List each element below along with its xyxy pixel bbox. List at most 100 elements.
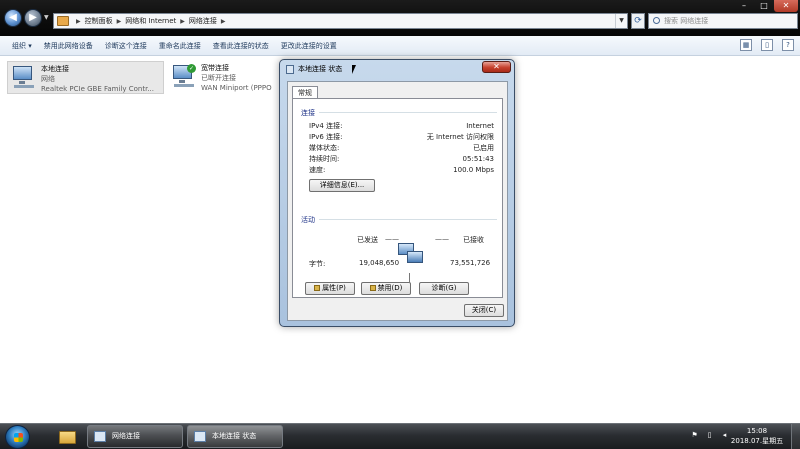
- clock-date: 2018.07.星期五: [730, 437, 784, 445]
- control-panel-icon: [57, 16, 69, 26]
- view-status-button[interactable]: 查看此连接的状态: [213, 41, 269, 51]
- media-state-label: 媒体状态:: [309, 144, 340, 152]
- ipv4-label: IPv4 连接:: [309, 122, 343, 130]
- chevron-right-icon[interactable]: ▶: [117, 18, 122, 25]
- divider: [319, 219, 497, 220]
- network-icon: [194, 431, 206, 442]
- breadcrumb-control-panel[interactable]: 控制面板: [85, 16, 113, 26]
- ipv4-value: Internet: [466, 122, 494, 130]
- properties-label: 属性(P): [322, 284, 346, 292]
- rename-connection-button[interactable]: 重命名此连接: [159, 41, 201, 51]
- connection-item-broadband[interactable]: ✓ 宽带连接 已断开连接 WAN Miniport (PPPO: [168, 61, 280, 94]
- duration-value: 05:51:43: [462, 155, 494, 163]
- system-tray: ⚑ ▯ ◂: [690, 431, 729, 440]
- view-options-icon[interactable]: ▦: [740, 39, 752, 51]
- general-panel: 连接 IPv4 连接: Internet IPv6 连接: 无 Internet…: [292, 98, 503, 298]
- explorer-taskbar-button[interactable]: [53, 426, 81, 448]
- diagnose-button[interactable]: 诊断(G): [419, 282, 469, 295]
- properties-button[interactable]: 属性(P): [305, 282, 355, 295]
- media-state-row: 媒体状态: 已启用: [309, 143, 494, 153]
- network-tray-icon[interactable]: ▯: [705, 431, 714, 440]
- network-icon: [94, 431, 106, 442]
- shield-icon: [314, 285, 321, 291]
- refresh-button[interactable]: ⟳: [631, 13, 645, 29]
- speed-value: 100.0 Mbps: [453, 166, 494, 174]
- dialog-body: 常规 连接 IPv4 连接: Internet IPv6 连接: 无 Inter…: [287, 81, 508, 321]
- preview-pane-icon[interactable]: ▯: [761, 39, 773, 51]
- task-label: 本地连接 状态: [212, 432, 257, 440]
- speed-row: 速度: 100.0 Mbps: [309, 165, 494, 175]
- clock[interactable]: 15:08 2018.07.星期五: [728, 426, 786, 446]
- ipv4-row: IPv4 连接: Internet: [309, 121, 494, 131]
- windows-logo-icon: [14, 433, 23, 442]
- divider: [319, 112, 497, 113]
- disable-label: 禁用(D): [377, 284, 403, 292]
- command-bar: 组织 ▾ 禁用此网络设备 诊断这个连接 重命名此连接 查看此连接的状态 更改此连…: [0, 36, 800, 56]
- divider: [409, 273, 410, 282]
- close-dialog-button[interactable]: 关闭(C): [464, 304, 504, 317]
- bytes-label: 字节:: [309, 260, 326, 268]
- connection-name: 宽带连接: [201, 64, 229, 72]
- folder-icon: [59, 431, 76, 444]
- minimize-button[interactable]: –: [734, 0, 754, 12]
- close-window-button[interactable]: ✕: [774, 0, 798, 12]
- title-bar: ◀ ▶ ▼ ▶ 控制面板 ▶ 网络和 Internet ▶ 网络连接 ▶ ▼ ⟳…: [0, 0, 800, 36]
- breadcrumb-network-internet[interactable]: 网络和 Internet: [125, 16, 176, 26]
- breadcrumb-network-connections[interactable]: 网络连接: [189, 16, 217, 26]
- diagnose-connection-button[interactable]: 诊断这个连接: [105, 41, 147, 51]
- chevron-right-icon[interactable]: ▶: [76, 18, 81, 25]
- connection-item-local[interactable]: 本地连接 网络 Realtek PCIe GBE Family Contr...: [7, 61, 164, 94]
- show-desktop-button[interactable]: [791, 424, 800, 449]
- task-local-connection-status[interactable]: 本地连接 状态: [187, 425, 283, 448]
- bytes-received-value: 73,551,726: [450, 259, 491, 267]
- help-icon[interactable]: ?: [782, 39, 794, 51]
- received-dash: ——: [435, 235, 449, 243]
- activity-group-label: 活动: [301, 216, 315, 224]
- connection-status: 网络: [41, 75, 55, 83]
- chevron-right-icon[interactable]: ▶: [221, 18, 226, 25]
- mouse-cursor: [352, 65, 360, 74]
- search-placeholder: 搜索 网络连接: [664, 17, 709, 25]
- local-connection-status-dialog: 本地连接 状态 ✕ 常规 连接 IPv4 连接: Internet IPv6 连…: [279, 59, 515, 327]
- connection-adapter: Realtek PCIe GBE Family Contr...: [41, 85, 155, 93]
- forward-button[interactable]: ▶: [24, 9, 42, 27]
- dialog-title: 本地连接 状态: [298, 65, 343, 73]
- task-label: 网络连接: [112, 432, 140, 440]
- ipv6-label: IPv6 连接:: [309, 133, 343, 141]
- change-settings-button[interactable]: 更改此连接的设置: [281, 41, 337, 51]
- dialog-title-bar[interactable]: 本地连接 状态: [286, 64, 342, 74]
- disable-device-button[interactable]: 禁用此网络设备: [44, 41, 93, 51]
- chevron-right-icon[interactable]: ▶: [180, 18, 185, 25]
- address-dropdown[interactable]: ▼: [615, 14, 627, 28]
- received-label: 已接收: [463, 236, 484, 244]
- disable-button[interactable]: 禁用(D): [361, 282, 411, 295]
- search-icon: [653, 17, 660, 24]
- sent-label: 已发送: [357, 236, 378, 244]
- media-state-value: 已启用: [473, 144, 494, 152]
- clock-time: 15:08: [746, 427, 768, 435]
- sent-dash: ——: [385, 235, 399, 243]
- taskbar: 网络连接 本地连接 状态 ⚑ ▯ ◂ 15:08 2018.07.星期五: [0, 423, 800, 449]
- ipv6-row: IPv6 连接: 无 Internet 访问权限: [309, 132, 494, 142]
- organize-menu[interactable]: 组织 ▾: [12, 41, 32, 51]
- connection-name: 本地连接: [41, 65, 69, 73]
- address-bar[interactable]: ▶ 控制面板 ▶ 网络和 Internet ▶ 网络连接 ▶ ▼: [53, 13, 628, 29]
- duration-label: 持续时间:: [309, 155, 340, 163]
- maximize-button[interactable]: □: [754, 0, 774, 12]
- connection-adapter: WAN Miniport (PPPO: [201, 84, 272, 92]
- shield-icon: [369, 285, 376, 291]
- start-button[interactable]: [5, 425, 30, 449]
- duration-row: 持续时间: 05:51:43: [309, 154, 494, 164]
- speed-label: 速度:: [309, 166, 326, 174]
- bytes-sent-value: 19,048,650: [359, 259, 400, 267]
- task-network-connections[interactable]: 网络连接: [87, 425, 183, 448]
- flag-icon[interactable]: ⚑: [690, 431, 699, 440]
- network-activity-icon: [398, 241, 426, 267]
- dialog-close-button[interactable]: ✕: [482, 61, 511, 73]
- network-icon: [286, 64, 294, 74]
- search-input[interactable]: 搜索 网络连接: [648, 13, 798, 29]
- back-button[interactable]: ◀: [4, 9, 22, 27]
- details-button[interactable]: 详细信息(E)...: [309, 179, 375, 192]
- broadband-connection-icon: ✓: [171, 64, 197, 90]
- recent-pages-dropdown[interactable]: ▼: [44, 14, 49, 21]
